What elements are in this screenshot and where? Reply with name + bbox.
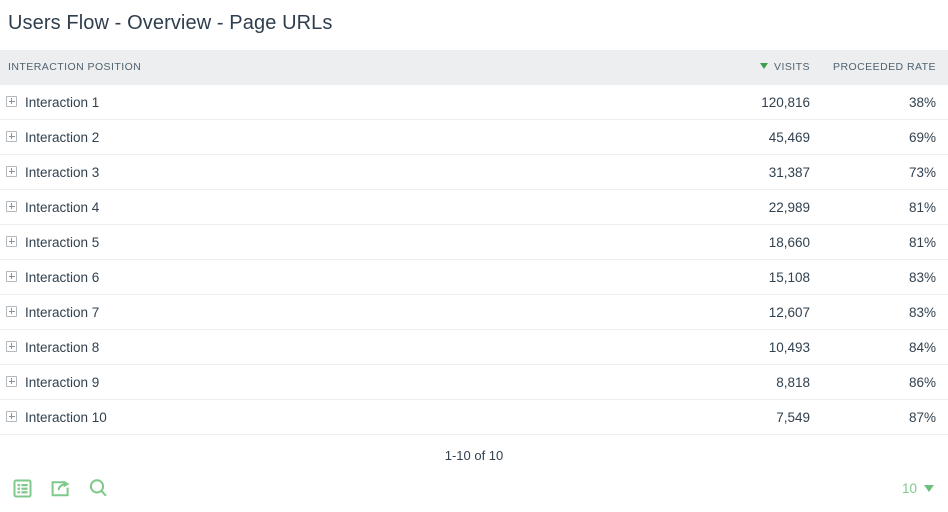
interaction-position-label: Interaction 2 [25,129,100,145]
cell-visits: 15,108 [712,259,822,295]
cell-visits: 7,549 [712,399,822,435]
table-body: Interaction 1 120,816 38% Interaction 2 45,4… [0,84,948,435]
table-view-icon[interactable] [10,476,34,500]
cell-proceeded-rate: 84% [822,329,948,365]
users-flow-report-panel: Users Flow - Overview - Page URLs INTERA… [0,0,948,512]
interaction-position-table: INTERACTION POSITION VISITS PROCEEDED RA… [0,50,948,435]
cell-visits: 22,989 [712,189,822,225]
expand-plus-icon[interactable] [6,410,17,422]
cell-interaction-position: Interaction 5 [0,224,712,260]
cell-proceeded-rate: 69% [822,119,948,155]
table-header-row: INTERACTION POSITION VISITS PROCEEDED RA… [0,50,948,85]
table-row[interactable]: Interaction 4 22,989 81% [0,189,948,225]
table-header: INTERACTION POSITION VISITS PROCEEDED RA… [0,50,948,85]
cell-visits: 8,818 [712,364,822,400]
cell-proceeded-rate: 38% [822,84,948,120]
footer-toolbar: 10 [0,472,948,504]
export-icon[interactable] [48,476,72,500]
cell-visits: 18,660 [712,224,822,260]
expand-plus-icon[interactable] [6,340,17,352]
cell-interaction-position: Interaction 10 [0,399,712,435]
column-header-proceeded-rate[interactable]: PROCEEDED RATE [822,50,948,85]
cell-proceeded-rate: 87% [822,399,948,435]
page-size-selector[interactable]: 10 [902,481,938,496]
cell-interaction-position: Interaction 9 [0,364,712,400]
cell-proceeded-rate: 86% [822,364,948,400]
pagination-summary: 1-10 of 10 [444,448,504,463]
expand-plus-icon[interactable] [6,235,17,247]
table-row[interactable]: Interaction 2 45,469 69% [0,119,948,155]
table-row[interactable]: Interaction 1 120,816 38% [0,84,948,120]
expand-plus-icon[interactable] [6,165,17,177]
interaction-position-label: Interaction 3 [25,164,100,180]
table-row[interactable]: Interaction 6 15,108 83% [0,259,948,295]
cell-interaction-position: Interaction 4 [0,189,712,225]
cell-interaction-position: Interaction 8 [0,329,712,365]
interaction-position-label: Interaction 8 [25,339,100,355]
table-row[interactable]: Interaction 10 7,549 87% [0,399,948,435]
cell-visits: 10,493 [712,329,822,365]
chevron-down-icon [924,484,934,492]
interaction-position-label: Interaction 5 [25,234,100,250]
interaction-position-label: Interaction 1 [25,94,100,110]
sort-descending-icon [760,63,769,69]
column-header-interaction-position[interactable]: INTERACTION POSITION [0,50,712,85]
column-header-visits[interactable]: VISITS [712,50,822,85]
cell-interaction-position: Interaction 6 [0,259,712,295]
cell-interaction-position: Interaction 3 [0,154,712,190]
page-size-value: 10 [901,480,917,496]
cell-interaction-position: Interaction 1 [0,84,712,120]
interaction-position-label: Interaction 7 [25,304,100,320]
expand-plus-icon[interactable] [6,200,17,212]
cell-proceeded-rate: 73% [822,154,948,190]
cell-proceeded-rate: 83% [822,294,948,330]
interaction-position-label: Interaction 4 [25,199,100,215]
cell-interaction-position: Interaction 7 [0,294,712,330]
cell-visits: 120,816 [712,84,822,120]
table-row[interactable]: Interaction 5 18,660 81% [0,224,948,260]
table-row[interactable]: Interaction 7 12,607 83% [0,294,948,330]
cell-proceeded-rate: 83% [822,259,948,295]
expand-plus-icon[interactable] [6,375,17,387]
column-header-label: VISITS [774,61,810,73]
interaction-position-label: Interaction 10 [25,409,107,425]
table-row[interactable]: Interaction 9 8,818 86% [0,364,948,400]
footer-icon-group [10,476,110,500]
cell-visits: 31,387 [712,154,822,190]
interaction-position-label: Interaction 6 [25,269,100,285]
expand-plus-icon[interactable] [6,95,17,107]
cell-visits: 12,607 [712,294,822,330]
table-row[interactable]: Interaction 3 31,387 73% [0,154,948,190]
page-title: Users Flow - Overview - Page URLs [8,12,333,34]
table-row[interactable]: Interaction 8 10,493 84% [0,329,948,365]
column-header-label: PROCEEDED RATE [833,61,936,73]
expand-plus-icon[interactable] [6,130,17,142]
cell-interaction-position: Interaction 2 [0,119,712,155]
cell-proceeded-rate: 81% [822,224,948,260]
cell-proceeded-rate: 81% [822,189,948,225]
search-icon[interactable] [86,476,110,500]
expand-plus-icon[interactable] [6,270,17,282]
cell-visits: 45,469 [712,119,822,155]
column-header-label: INTERACTION POSITION [8,61,142,73]
expand-plus-icon[interactable] [6,305,17,317]
interaction-position-label: Interaction 9 [25,374,100,390]
